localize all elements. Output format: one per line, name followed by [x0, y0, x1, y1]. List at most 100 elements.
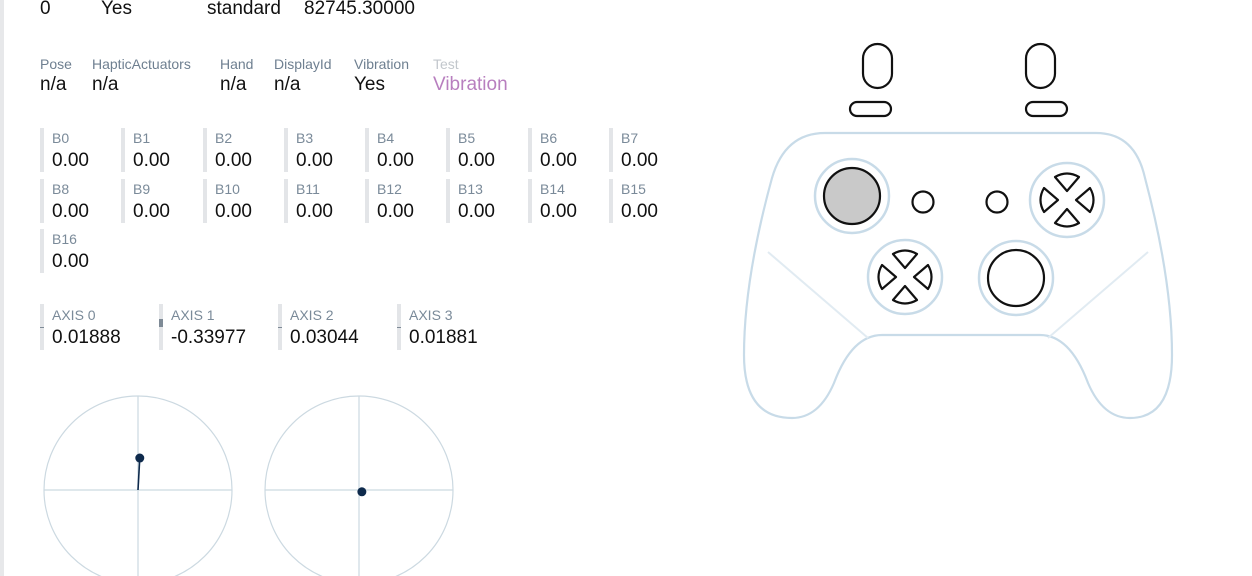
- button-bar: [609, 179, 613, 223]
- button-label: B4: [377, 130, 395, 146]
- button-label: B3: [296, 130, 314, 146]
- button-b4: B4 0.00: [365, 128, 441, 172]
- button-bar: [446, 128, 450, 172]
- button-label: B16: [52, 231, 77, 247]
- axis-bar: [159, 304, 163, 350]
- button-label: B2: [215, 130, 233, 146]
- right-stick-visualizer: [264, 395, 454, 576]
- button-b2: B2 0.00: [203, 128, 279, 172]
- info-haptic-actuators: HapticActuators n/a: [92, 56, 191, 96]
- controller-body: [742, 131, 1174, 420]
- axis-fill: [159, 319, 163, 327]
- button-value: 0.00: [52, 251, 89, 272]
- button-label: B8: [52, 181, 70, 197]
- gamepad-timestamp: 82745.30000: [304, 0, 415, 19]
- gamepad-icon: [742, 42, 1174, 420]
- dpad-icon: [866, 238, 944, 316]
- axis-0: AXIS 0 0.01888: [40, 304, 150, 350]
- info-vibration: Vibration Yes: [354, 56, 409, 96]
- button-bar: [284, 128, 288, 172]
- left-stick-icon: [822, 166, 882, 226]
- button-value: 0.00: [540, 201, 577, 222]
- button-b14: B14 0.00: [528, 179, 604, 223]
- axis-3: AXIS 3 0.01881: [397, 304, 507, 350]
- button-label: B15: [621, 181, 646, 197]
- info-value: n/a: [220, 74, 247, 95]
- button-label: B14: [540, 181, 565, 197]
- button-label: B13: [458, 181, 483, 197]
- start-button-icon: [985, 190, 1009, 214]
- button-label: B7: [621, 130, 639, 146]
- axis-value: 0.03044: [290, 327, 359, 348]
- button-b15: B15 0.00: [609, 179, 685, 223]
- left-trigger-icon: [861, 42, 894, 90]
- button-bar: [203, 128, 207, 172]
- left-stick-visualizer: [43, 395, 233, 576]
- info-label: Hand: [220, 56, 254, 72]
- info-label: Test: [433, 56, 459, 72]
- stick-position-dot: [357, 487, 367, 497]
- button-b5: B5 0.00: [446, 128, 522, 172]
- button-bar: [121, 128, 125, 172]
- axis-label: AXIS 2: [290, 307, 334, 323]
- info-label: DisplayId: [274, 56, 332, 72]
- button-bar: [528, 128, 532, 172]
- axis-2: AXIS 2 0.03044: [278, 304, 388, 350]
- button-value: 0.00: [621, 201, 658, 222]
- test-vibration-link[interactable]: Vibration: [433, 74, 508, 96]
- button-bar: [365, 128, 369, 172]
- button-b13: B13 0.00: [446, 179, 522, 223]
- button-b1: B1 0.00: [121, 128, 197, 172]
- button-bar: [528, 179, 532, 223]
- select-button-icon: [911, 190, 935, 214]
- gamepad-mapping: standard: [207, 0, 281, 19]
- button-label: B9: [133, 181, 151, 197]
- button-bar: [40, 128, 44, 172]
- button-label: B6: [540, 130, 558, 146]
- button-value: 0.00: [458, 150, 495, 171]
- right-bumper-icon: [1024, 100, 1069, 118]
- button-label: B12: [377, 181, 402, 197]
- button-value: 0.00: [377, 201, 414, 222]
- button-b8: B8 0.00: [40, 179, 116, 223]
- button-b11: B11 0.00: [284, 179, 360, 223]
- gamepad-connected: Yes: [101, 0, 132, 19]
- right-trigger-icon: [1024, 42, 1057, 90]
- stick-position-dot: [135, 453, 145, 463]
- button-value: 0.00: [215, 201, 252, 222]
- button-bar: [121, 179, 125, 223]
- button-value: 0.00: [296, 150, 333, 171]
- right-stick-icon: [986, 248, 1046, 308]
- button-label: B1: [133, 130, 151, 146]
- button-bar: [609, 128, 613, 172]
- button-label: B10: [215, 181, 240, 197]
- button-bar: [203, 179, 207, 223]
- info-value: Yes: [354, 74, 385, 95]
- info-value: n/a: [40, 74, 67, 95]
- axis-value: 0.01881: [409, 327, 478, 348]
- button-bar: [40, 229, 44, 273]
- axis-fill: [278, 327, 282, 328]
- button-b0: B0 0.00: [40, 128, 116, 172]
- left-bumper-icon: [848, 100, 893, 118]
- button-b12: B12 0.00: [365, 179, 441, 223]
- button-b16: B16 0.00: [40, 229, 116, 273]
- button-value: 0.00: [540, 150, 577, 171]
- info-label: Vibration: [354, 56, 410, 72]
- button-value: 0.00: [296, 201, 333, 222]
- button-b7: B7 0.00: [609, 128, 685, 172]
- button-value: 0.00: [215, 150, 252, 171]
- button-bar: [40, 179, 44, 223]
- button-bar: [365, 179, 369, 223]
- face-buttons-icon: [1028, 161, 1106, 239]
- axis-label: AXIS 0: [52, 307, 96, 323]
- button-value: 0.00: [621, 150, 658, 171]
- button-value: 0.00: [133, 150, 170, 171]
- info-label: HapticActuators: [92, 56, 191, 72]
- info-label: Pose: [40, 56, 72, 72]
- info-test: Test Vibration: [433, 56, 508, 96]
- button-value: 0.00: [377, 150, 414, 171]
- button-bar: [446, 179, 450, 223]
- left-edge-divider: [0, 0, 4, 576]
- axis-1: AXIS 1 -0.33977: [159, 304, 269, 350]
